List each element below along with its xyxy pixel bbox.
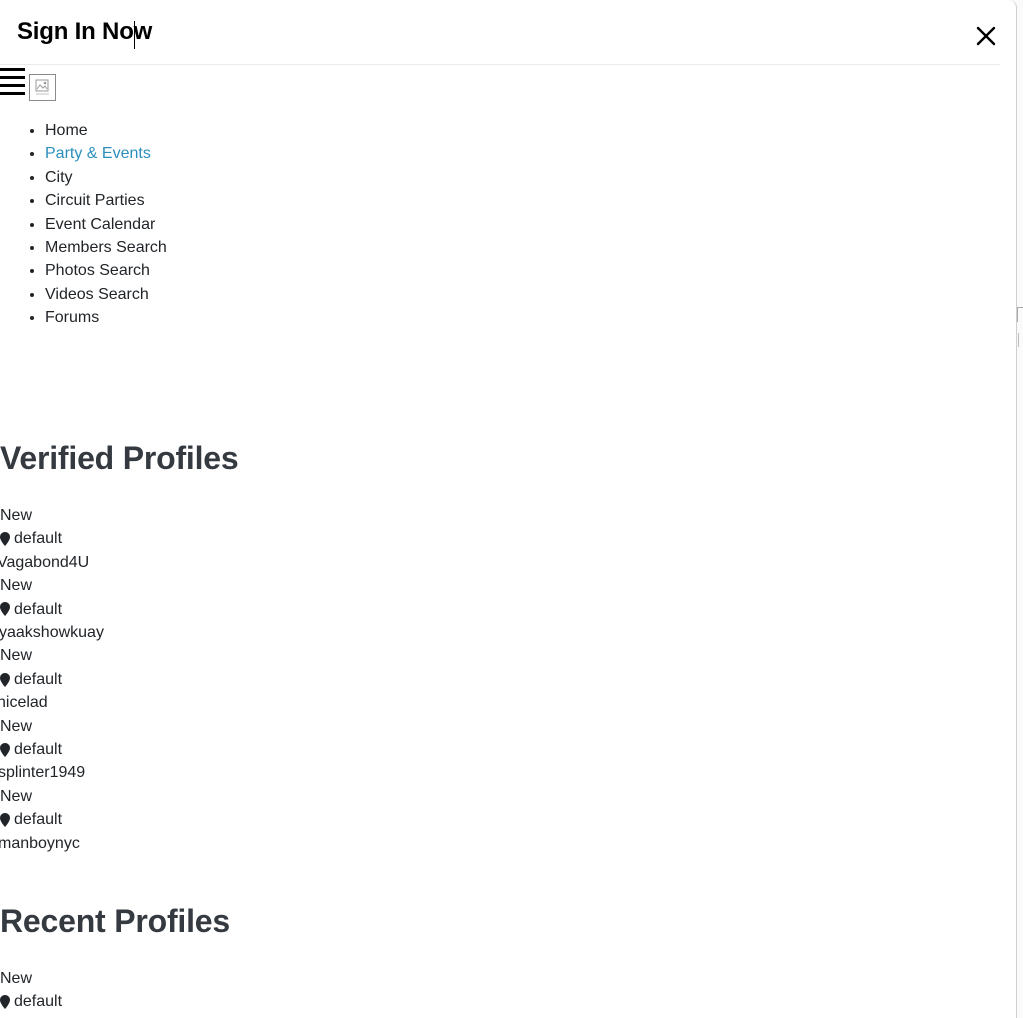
new-badge: New bbox=[0, 647, 33, 665]
location-text: default bbox=[14, 741, 63, 759]
new-badge: New bbox=[0, 787, 33, 805]
recent-profiles-list: New default bbox=[0, 967, 62, 1014]
nav-link-videos-search[interactable]: Videos Search bbox=[45, 286, 149, 303]
nav-item-forums: Forums bbox=[45, 306, 167, 329]
profile-username-link[interactable]: yaakshowkuay bbox=[0, 624, 104, 641]
location-text: default bbox=[14, 993, 63, 1011]
nav-item-event-calendar: Event Calendar bbox=[45, 213, 167, 236]
text-cursor bbox=[134, 21, 135, 49]
profile-username-link[interactable]: manboynyc bbox=[0, 835, 80, 852]
profile-location: default bbox=[0, 527, 104, 550]
profile-card[interactable]: New default Vagabond4U bbox=[0, 504, 104, 574]
nav-link-party-events[interactable]: Party & Events bbox=[45, 145, 151, 162]
location-text: default bbox=[14, 670, 63, 688]
new-badge: New bbox=[0, 577, 33, 595]
new-badge: New bbox=[0, 970, 33, 987]
nav-item-photos-search: Photos Search bbox=[45, 259, 167, 282]
profile-location: default bbox=[0, 668, 104, 691]
profile-username: manboynyc bbox=[0, 832, 104, 855]
location-text: default bbox=[14, 600, 63, 618]
verified-profiles-list: New default Vagabond4U New default yaaks… bbox=[0, 504, 104, 855]
profile-card[interactable]: New default yaakshowkuay bbox=[0, 574, 104, 644]
recent-profiles-heading: Recent Profiles bbox=[0, 903, 230, 939]
profile-username-link[interactable]: splinter1949 bbox=[0, 764, 85, 781]
location-text: default bbox=[14, 811, 63, 829]
verified-profiles-heading: Verified Profiles bbox=[0, 440, 239, 476]
profile-location: default bbox=[0, 598, 104, 621]
map-pin-icon bbox=[0, 812, 10, 827]
profile-location: default bbox=[0, 990, 62, 1013]
nav-link-members-search[interactable]: Members Search bbox=[45, 239, 167, 256]
close-icon bbox=[976, 26, 996, 46]
nav-item-home: Home bbox=[45, 119, 167, 142]
profile-card[interactable]: New default splinter1949 bbox=[0, 715, 104, 785]
profile-card[interactable]: New default manboynyc bbox=[0, 785, 104, 855]
profile-username: yaakshowkuay bbox=[0, 621, 104, 644]
profile-username: nicelad bbox=[0, 691, 104, 714]
profile-username: splinter1949 bbox=[0, 761, 104, 784]
map-pin-icon bbox=[0, 532, 10, 547]
nav-link-circuit-parties[interactable]: Circuit Parties bbox=[45, 192, 145, 209]
hamburger-menu-icon[interactable] bbox=[0, 68, 25, 96]
close-button[interactable] bbox=[970, 20, 1002, 52]
profile-location: default bbox=[0, 738, 104, 761]
profile-card[interactable]: New default bbox=[0, 967, 62, 1014]
map-pin-icon bbox=[0, 995, 10, 1010]
nav-item-videos-search: Videos Search bbox=[45, 283, 167, 306]
nav-item-members-search: Members Search bbox=[45, 236, 167, 259]
location-text: default bbox=[14, 530, 63, 548]
nav-item-city: City bbox=[45, 166, 167, 189]
nav-item-circuit-parties: Circuit Parties bbox=[45, 189, 167, 212]
profile-location: default bbox=[0, 808, 104, 831]
nav-link-photos-search[interactable]: Photos Search bbox=[45, 262, 150, 279]
nav-link-event-calendar[interactable]: Event Calendar bbox=[45, 216, 155, 233]
nav-item-party-events: Party & Events bbox=[45, 142, 167, 165]
profile-username-link[interactable]: Vagabond4U bbox=[0, 554, 89, 571]
nav-link-forums[interactable]: Forums bbox=[45, 309, 99, 326]
sign-in-modal: Sign In Now Home Party & Events City Cir… bbox=[0, 0, 1017, 1018]
new-badge: New bbox=[0, 717, 33, 735]
map-pin-icon bbox=[0, 672, 10, 687]
profile-username-link[interactable]: nicelad bbox=[0, 694, 48, 711]
map-pin-icon bbox=[0, 602, 10, 617]
background-page-fragment bbox=[1018, 333, 1023, 347]
modal-title: Sign In Now bbox=[17, 18, 153, 45]
new-badge: New bbox=[0, 507, 33, 524]
background-page-edge bbox=[1017, 0, 1023, 1018]
main-nav: Home Party & Events City Circuit Parties… bbox=[0, 119, 167, 330]
nav-link-city[interactable]: City bbox=[45, 169, 73, 186]
nav-link-home[interactable]: Home bbox=[45, 122, 88, 139]
profile-card[interactable]: New default nicelad bbox=[0, 644, 104, 714]
broken-image-icon[interactable] bbox=[29, 74, 56, 101]
background-page-fragment bbox=[1017, 307, 1023, 322]
map-pin-icon bbox=[0, 742, 10, 757]
modal-header: Sign In Now bbox=[0, 0, 1000, 65]
profile-username: Vagabond4U bbox=[0, 551, 104, 574]
